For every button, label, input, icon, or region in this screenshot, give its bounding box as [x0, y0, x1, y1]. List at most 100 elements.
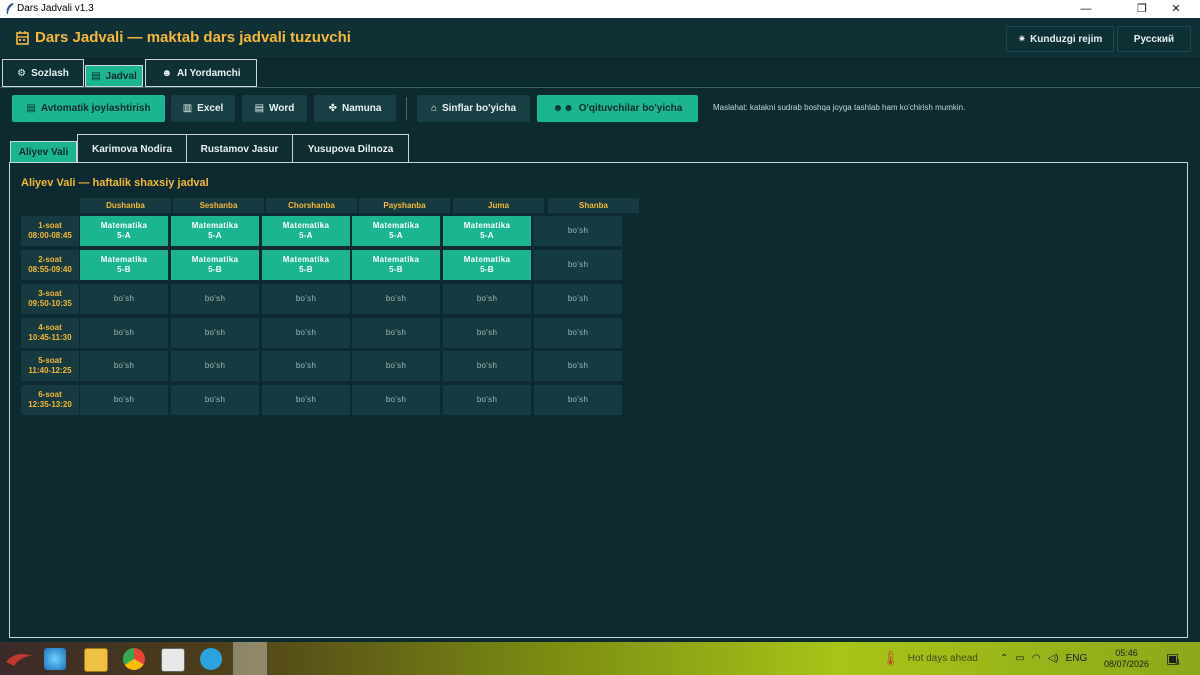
lesson-subject: Matematika: [100, 221, 148, 230]
calendar-icon: [16, 30, 29, 45]
lesson-class: 5-B: [117, 265, 131, 274]
wifi-icon[interactable]: ◠: [1032, 653, 1041, 664]
empty-cell[interactable]: bo'sh: [443, 385, 531, 415]
chevron-up-icon[interactable]: ⌃: [1000, 653, 1008, 664]
teacher-tab-aliyev[interactable]: Aliyev Vali: [10, 141, 77, 163]
empty-cell[interactable]: bo'sh: [80, 385, 168, 415]
empty-cell[interactable]: bo'sh: [262, 351, 350, 381]
lesson-subject: Matematika: [282, 221, 330, 230]
empty-cell[interactable]: bo'sh: [171, 385, 259, 415]
system-tray: ⌃ ▭ ◠ ◁) ENG: [1000, 642, 1087, 675]
period-name: 2-soat: [38, 255, 62, 264]
input-language[interactable]: ENG: [1066, 653, 1088, 664]
teacher-tab-rustamov[interactable]: Rustamov Jasur: [186, 134, 293, 163]
lesson-cell[interactable]: Matematika 5-B: [262, 250, 350, 280]
minimize-button[interactable]: —: [1064, 0, 1108, 18]
sample-button[interactable]: ✤ Namuna: [314, 95, 396, 122]
period-name: 3-soat: [38, 289, 62, 298]
volume-icon[interactable]: ◁): [1048, 653, 1059, 664]
word-button[interactable]: ▤ Word: [242, 95, 307, 122]
auto-place-button[interactable]: ▤ Avtomatik joylashtirish: [12, 95, 165, 122]
empty-cell[interactable]: bo'sh: [171, 351, 259, 381]
lesson-subject: Matematika: [372, 255, 420, 264]
calendar-icon: ▤: [91, 70, 101, 82]
lesson-class: 5-A: [389, 231, 403, 240]
empty-cell[interactable]: bo'sh: [534, 216, 622, 246]
weather-widget[interactable]: 🌡 Hot days ahead: [882, 642, 978, 675]
empty-cell[interactable]: bo'sh: [262, 318, 350, 348]
lesson-cell[interactable]: Matematika 5-B: [171, 250, 259, 280]
lesson-cell[interactable]: Matematika 5-B: [80, 250, 168, 280]
file-explorer-icon[interactable]: [84, 648, 108, 672]
close-button[interactable]: ✕: [1154, 0, 1198, 18]
document-icon: ▤: [254, 103, 265, 114]
period-name: 4-soat: [38, 323, 62, 332]
empty-cell[interactable]: bo'sh: [443, 284, 531, 314]
empty-cell[interactable]: bo'sh: [171, 284, 259, 314]
empty-cell[interactable]: bo'sh: [534, 284, 622, 314]
lesson-cell[interactable]: Matematika 5-A: [80, 216, 168, 246]
empty-cell[interactable]: bo'sh: [80, 351, 168, 381]
clock-time: 05:46: [1115, 647, 1138, 658]
empty-cell[interactable]: bo'sh: [443, 351, 531, 381]
period-label: 5-soat 11:40-12:25: [21, 351, 79, 381]
battery-icon[interactable]: ▭: [1015, 653, 1024, 664]
dars-jadvali-taskbar-icon[interactable]: [233, 642, 267, 675]
empty-cell[interactable]: bo'sh: [262, 284, 350, 314]
edge-icon[interactable]: [44, 648, 66, 670]
empty-cell[interactable]: bo'sh: [534, 385, 622, 415]
empty-cell[interactable]: bo'sh: [443, 318, 531, 348]
teacher-tab-karimova[interactable]: Karimova Nodira: [77, 134, 187, 163]
lesson-subject: Matematika: [282, 255, 330, 264]
excel-button[interactable]: ▥ Excel: [171, 95, 235, 122]
empty-cell[interactable]: bo'sh: [80, 284, 168, 314]
empty-cell[interactable]: bo'sh: [352, 284, 440, 314]
lesson-class: 5-A: [480, 231, 494, 240]
clock[interactable]: 05:46 08/07/2026: [1104, 642, 1149, 675]
sun-icon: ✷: [1017, 33, 1027, 45]
tab-sozlash[interactable]: ⚙ Sozlash: [2, 59, 84, 87]
notification-center[interactable]: ▣ 4: [1166, 642, 1180, 675]
lesson-cell[interactable]: Matematika 5-A: [171, 216, 259, 246]
chrome-icon[interactable]: [123, 648, 145, 670]
empty-cell[interactable]: bo'sh: [534, 318, 622, 348]
empty-cell[interactable]: bo'sh: [171, 318, 259, 348]
lesson-cell[interactable]: Matematika 5-B: [443, 250, 531, 280]
by-teachers-button[interactable]: ☻☻ O'qituvchilar bo'yicha: [537, 95, 698, 122]
period-label: 6-soat 12:35-13:20: [21, 385, 79, 415]
lesson-class: 5-A: [117, 231, 131, 240]
rog-logo-icon[interactable]: [4, 648, 34, 670]
empty-cell[interactable]: bo'sh: [262, 385, 350, 415]
lesson-cell[interactable]: Matematika 5-A: [443, 216, 531, 246]
empty-cell[interactable]: bo'sh: [352, 385, 440, 415]
lesson-cell[interactable]: Matematika 5-A: [352, 216, 440, 246]
day-mode-button[interactable]: ✷ Kunduzgi rejim: [1006, 26, 1114, 52]
lesson-cell[interactable]: Matematika 5-B: [352, 250, 440, 280]
school-icon: ⌂: [430, 103, 437, 114]
teacher-tab-yusupova[interactable]: Yusupova Dilnoza: [292, 134, 409, 163]
word-label: Word: [269, 103, 295, 114]
lesson-class: 5-A: [208, 231, 222, 240]
empty-cell[interactable]: bo'sh: [534, 351, 622, 381]
paw-icon: ✤: [328, 103, 337, 114]
period-time: 11:40-12:25: [28, 366, 72, 375]
tab-ai-yordamchi[interactable]: ☻ AI Yordamchi: [145, 59, 257, 87]
app-title-text: Dars Jadvali — maktab dars jadvali tuzuv…: [35, 29, 351, 46]
printer-icon[interactable]: [161, 648, 185, 672]
period-name: 5-soat: [38, 356, 62, 365]
lesson-subject: Matematika: [191, 221, 239, 230]
telegram-icon[interactable]: [200, 648, 222, 670]
by-classes-button[interactable]: ⌂ Sinflar bo'yicha: [417, 95, 530, 122]
empty-cell[interactable]: bo'sh: [352, 318, 440, 348]
lesson-cell[interactable]: Matematika 5-A: [262, 216, 350, 246]
auto-place-label: Avtomatik joylashtirish: [40, 103, 151, 114]
empty-cell[interactable]: bo'sh: [352, 351, 440, 381]
empty-cell[interactable]: bo'sh: [534, 250, 622, 280]
chart-icon: ▥: [182, 103, 193, 114]
toolbar-separator: [406, 97, 407, 120]
language-button[interactable]: Русский: [1117, 26, 1191, 52]
period-time: 08:55-09:40: [28, 265, 72, 274]
tab-jadval[interactable]: ▤ Jadval: [85, 65, 143, 87]
empty-cell[interactable]: bo'sh: [80, 318, 168, 348]
lesson-subject: Matematika: [372, 221, 420, 230]
